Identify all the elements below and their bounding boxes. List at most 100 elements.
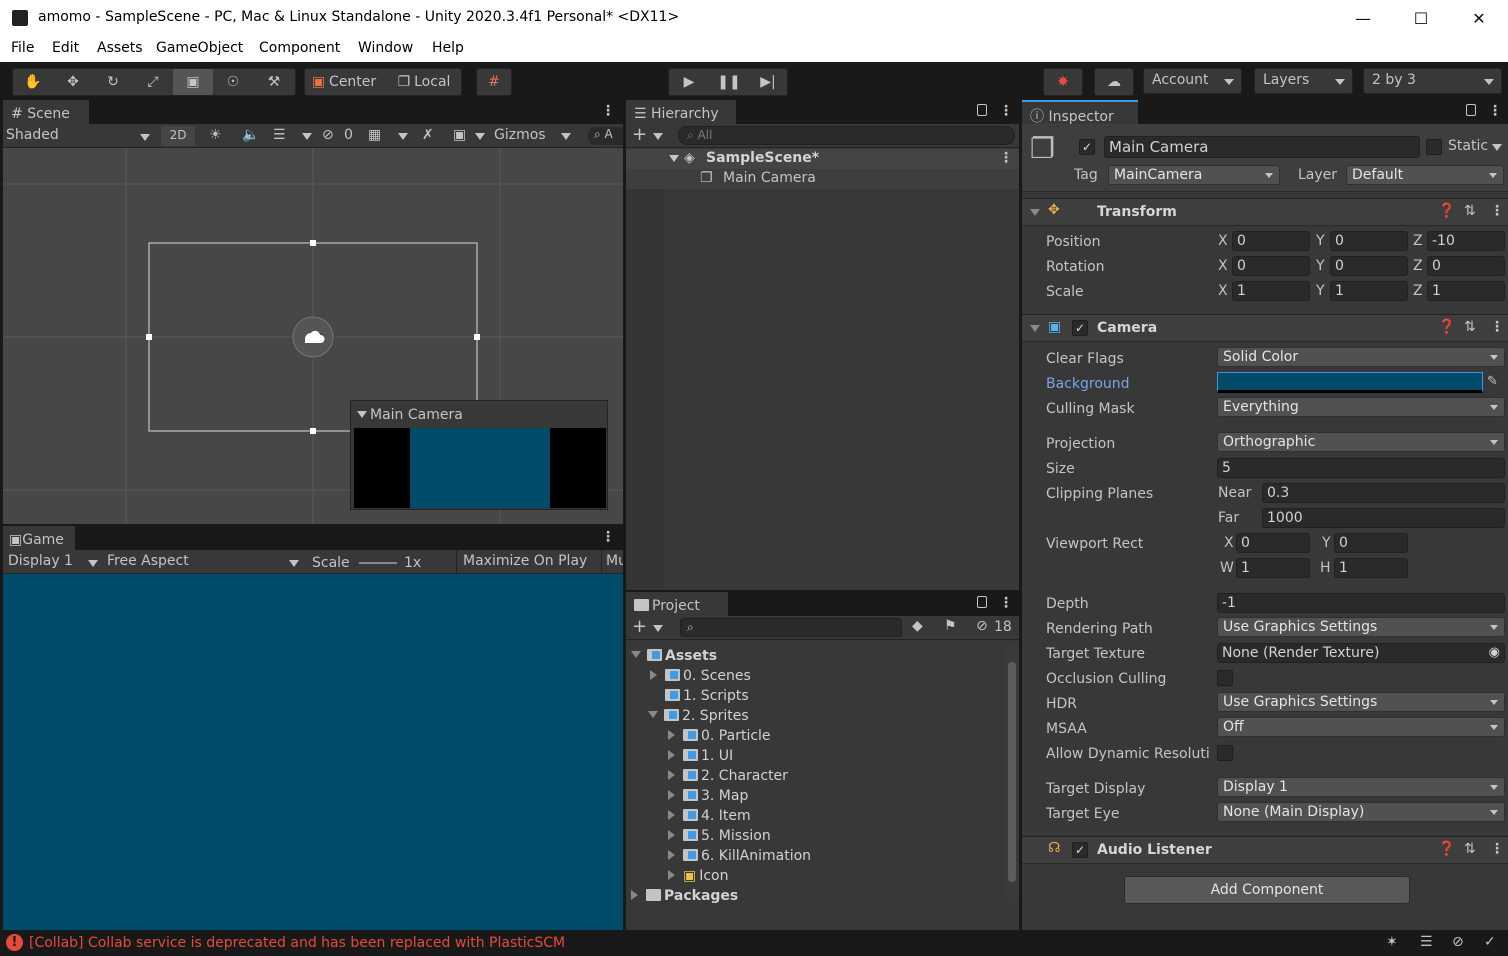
debug-mode-icon[interactable]: ✶ [1386, 934, 1398, 950]
play-icon[interactable]: ▶ [669, 69, 709, 95]
viewport-y-input[interactable]: 0 [1334, 533, 1408, 553]
project-search-input[interactable]: ⌕ [680, 618, 902, 637]
account-dropdown[interactable]: Account [1143, 68, 1242, 94]
step-icon[interactable]: ▶| [749, 69, 787, 95]
culling-mask-dropdown[interactable]: Everything [1217, 397, 1505, 417]
tab-inspector[interactable]: ⓘ Inspector [1022, 100, 1138, 125]
scale-y-input[interactable]: 1 [1330, 281, 1408, 301]
lighting-icon[interactable]: ☀ [209, 127, 222, 143]
search-by-type-icon[interactable]: ◆ [912, 618, 923, 634]
layout-dropdown[interactable]: 2 by 3 [1363, 68, 1502, 94]
active-checkbox[interactable]: ✓ [1079, 139, 1095, 155]
transform-tool-icon[interactable]: ☉ [213, 69, 253, 95]
project-scrollbar[interactable] [1005, 644, 1019, 902]
scene-menu-icon[interactable]: ⋮ [601, 103, 615, 119]
preset-icon[interactable]: ⇅ [1464, 841, 1476, 857]
add-icon[interactable]: + [632, 616, 647, 637]
size-input[interactable]: 5 [1217, 458, 1505, 478]
tab-project[interactable]: Project [626, 592, 728, 616]
occlusion-culling-checkbox[interactable] [1217, 670, 1233, 686]
chevron-down-icon[interactable] [653, 133, 663, 140]
position-y-input[interactable]: 0 [1330, 231, 1408, 251]
hdr-dropdown[interactable]: Use Graphics Settings [1217, 692, 1505, 712]
rotation-y-input[interactable]: 0 [1330, 256, 1408, 276]
custom-tool-icon[interactable]: ⚒ [253, 69, 295, 95]
chevron-down-icon[interactable] [1030, 209, 1040, 216]
near-input[interactable]: 0.3 [1262, 483, 1505, 503]
cache-server-icon[interactable]: ☰ [1420, 934, 1433, 950]
lock-icon[interactable] [977, 596, 987, 608]
preset-icon[interactable]: ⇅ [1464, 319, 1476, 335]
viewport-x-input[interactable]: 0 [1236, 533, 1310, 553]
collab-button[interactable]: ✸ [1043, 68, 1083, 96]
menu-assets[interactable]: Assets [97, 40, 143, 56]
hand-tool-icon[interactable]: ✋ [13, 69, 53, 95]
menu-component[interactable]: Component [259, 40, 340, 56]
transform-header[interactable]: ✥ Transform ❓ ⇅ ⋮ [1022, 198, 1508, 226]
scale-z-input[interactable]: 1 [1427, 281, 1505, 301]
label-tag-icon[interactable]: ⚑ [944, 618, 957, 634]
tab-hierarchy[interactable]: ☰ Hierarchy [626, 100, 736, 124]
grid-toggle-icon[interactable]: ▦ [368, 127, 381, 143]
hierarchy-search-input[interactable]: ⌕ All [678, 126, 1015, 145]
target-display-dropdown[interactable]: Display 1 [1217, 777, 1505, 797]
position-x-input[interactable]: 0 [1232, 231, 1310, 251]
scrollbar-thumb[interactable] [1008, 662, 1016, 882]
tag-dropdown[interactable]: MainCamera [1108, 165, 1280, 185]
tree-item-scenes[interactable]: 0. Scenes [650, 668, 751, 684]
dynamic-resolution-checkbox[interactable] [1217, 745, 1233, 761]
shading-dropdown[interactable]: Shaded [6, 127, 154, 147]
tree-item-scripts[interactable]: 1. Scripts [665, 688, 749, 704]
pause-icon[interactable]: ❚❚ [709, 69, 749, 95]
rotate-tool-icon[interactable]: ↻ [93, 69, 133, 95]
chevron-down-icon[interactable] [357, 411, 367, 418]
chevron-down-icon[interactable] [398, 133, 408, 140]
menu-window[interactable]: Window [358, 40, 413, 56]
scene-search-input[interactable]: ⌕ A [588, 127, 623, 145]
auto-generate-lighting-icon[interactable]: ⊘ [1452, 934, 1464, 950]
lock-icon[interactable] [1466, 104, 1476, 116]
collab-status-icon[interactable]: ✓ [1484, 934, 1496, 950]
chevron-down-icon[interactable] [475, 133, 485, 140]
scale-x-input[interactable]: 1 [1232, 281, 1310, 301]
gizmos-button[interactable]: Gizmos [494, 127, 546, 143]
rotation-z-input[interactable]: 0 [1427, 256, 1505, 276]
pivot-local-button[interactable]: ❐ Local [385, 69, 463, 95]
audio-listener-header[interactable]: ☊ ✓ Audio Listener ❓ ⇅ ⋮ [1022, 836, 1508, 864]
move-tool-icon[interactable]: ✥ [53, 69, 93, 95]
hidden-packages-icon[interactable]: ⊘ [976, 618, 988, 634]
camera-enabled-checkbox[interactable]: ✓ [1072, 320, 1088, 336]
help-icon[interactable]: ❓ [1438, 203, 1455, 219]
rendering-path-dropdown[interactable]: Use Graphics Settings [1217, 617, 1505, 637]
tree-item-item[interactable]: 4. Item [668, 808, 751, 824]
rotation-x-input[interactable]: 0 [1232, 256, 1310, 276]
component-menu-icon[interactable]: ⋮ [1490, 841, 1504, 857]
chevron-down-icon[interactable] [561, 133, 571, 140]
chevron-down-icon[interactable] [1030, 325, 1040, 332]
viewport-w-input[interactable]: 1 [1236, 558, 1310, 578]
static-checkbox[interactable] [1426, 139, 1442, 155]
audio-icon[interactable]: 🔈 [242, 127, 259, 143]
display-dropdown[interactable]: Display 1 [8, 553, 102, 573]
project-menu-icon[interactable]: ⋮ [999, 595, 1013, 611]
tree-item-map[interactable]: 3. Map [668, 788, 748, 804]
layers-dropdown[interactable]: Layers [1254, 68, 1353, 94]
add-icon[interactable]: + [632, 124, 647, 145]
clear-flags-dropdown[interactable]: Solid Color [1217, 347, 1505, 367]
tab-scene[interactable]: # Scene [3, 100, 89, 124]
menu-gameobject[interactable]: GameObject [156, 40, 243, 56]
far-input[interactable]: 1000 [1262, 508, 1505, 528]
maximize-on-play-button[interactable]: Maximize On Play [463, 553, 587, 569]
tools-icon[interactable]: ✗ [422, 127, 434, 143]
tree-item-assets[interactable]: Assets [631, 648, 717, 664]
component-menu-icon[interactable]: ⋮ [1490, 203, 1504, 219]
menu-help[interactable]: Help [432, 40, 464, 56]
scene-row[interactable]: ◈ SampleScene* ⋮ [626, 149, 1019, 169]
depth-input[interactable]: -1 [1217, 593, 1505, 613]
projection-dropdown[interactable]: Orthographic [1217, 432, 1505, 452]
hierarchy-item[interactable]: ❐ Main Camera [626, 169, 1019, 189]
toggle-2d-button[interactable]: 2D [161, 126, 195, 146]
menu-edit[interactable]: Edit [52, 40, 79, 56]
tree-item-killanimation[interactable]: 6. KillAnimation [668, 848, 811, 864]
add-component-button[interactable]: Add Component [1124, 876, 1410, 904]
